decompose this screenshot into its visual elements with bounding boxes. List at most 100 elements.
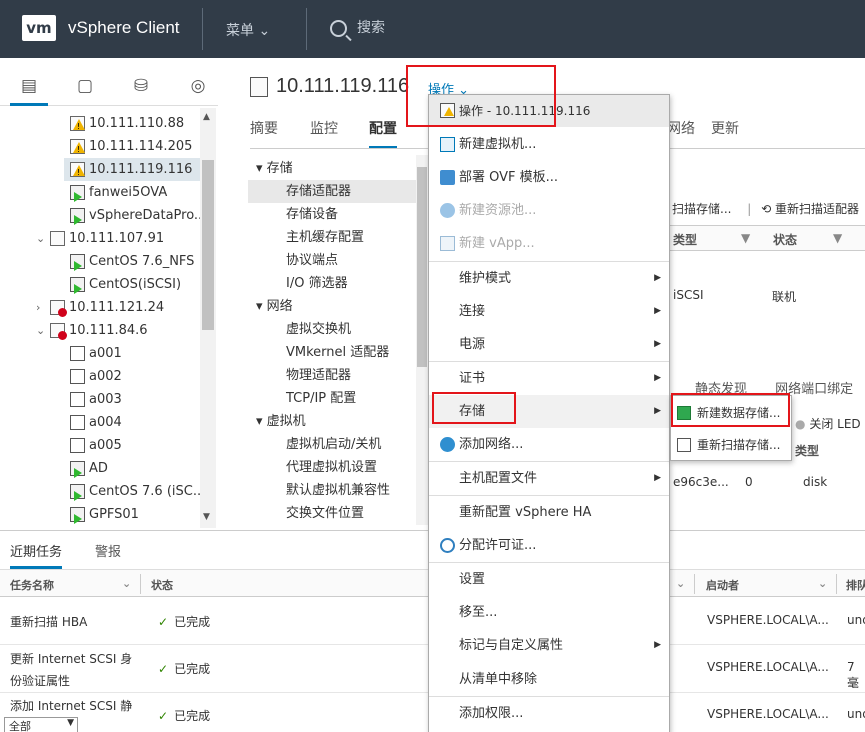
check-icon: ✓ [158,662,169,676]
menu-item-maintenance-mode[interactable]: 维护模式 ▶ [429,262,669,295]
rescan-storage-button[interactable]: 扫描存储... [672,202,731,216]
menu-item-deploy-ovf[interactable]: 部署 OVF 模板... [429,161,669,194]
tree-scrollbar[interactable]: ▲ ▼ [200,108,216,528]
tab-alarms[interactable]: 警报 [95,541,121,560]
cfg-item-swap-location[interactable]: 交换文件位置 [248,502,416,525]
adapter-row[interactable]: iSCSI 联机 [665,283,865,309]
menu-item-move-to[interactable]: 移至... [429,596,669,629]
tree-item-vm[interactable]: a003 [70,388,122,411]
menu-item-remove-from-inventory[interactable]: 从清单中移除 [429,663,669,696]
global-search[interactable]: 搜索 [330,17,385,37]
tree-item-vm[interactable]: fanwei5OVA [70,181,167,204]
chevron-down-icon[interactable]: ⌄ [676,577,685,590]
cfg-section-vm[interactable]: ▾ 虚拟机 [248,410,416,433]
tree-item-vm[interactable]: CentOS 7.6 (iSC... [70,480,200,503]
cfg-item-protocol-endpoints[interactable]: 协议端点 [248,249,416,272]
submenu-item-rescan-storage[interactable]: 重新扫描存储... [671,430,791,460]
configure-scrollbar[interactable] [416,155,428,525]
tree-item-host[interactable]: 10.111.114.205 [70,135,192,158]
tree-item-vm[interactable]: vSphereDataPro... [70,204,200,227]
col-status[interactable]: 状态 [773,231,797,248]
cfg-section-network[interactable]: ▾ 网络 [248,295,416,318]
tree-item-vm[interactable]: GPFS01 [70,503,139,526]
cfg-item-default-compat[interactable]: 默认虚拟机兼容性 [248,479,416,502]
chevron-down-icon[interactable]: ⌄ [36,319,50,342]
cfg-section-storage[interactable]: ▾ 存储 [248,157,416,180]
tab-networks[interactable]: 网络 [667,118,695,138]
cfg-item-vm-startup[interactable]: 虚拟机启动/关机 [248,433,416,456]
chevron-down-icon[interactable]: ⌄ [818,577,827,590]
cfg-item-physical-adapters[interactable]: 物理适配器 [248,364,416,387]
tab-summary[interactable]: 摘要 [250,118,278,138]
tree-item-host[interactable]: ⌄ 10.111.107.91 [36,227,164,250]
filter-icon[interactable]: ▼ [741,231,750,245]
tree-item-vm[interactable]: a005 [70,434,122,457]
task-filter-select[interactable]: 全部 ▼ [4,717,78,732]
menu-item-add-networking[interactable]: 添加网络... [429,428,669,461]
menu-item-power[interactable]: 电源 ▶ [429,328,669,361]
vms-and-templates-icon[interactable]: ▢ [75,76,95,96]
menu-item-reconfigure-ha[interactable]: 重新配置 vSphere HA [429,496,669,529]
host-warning-icon [70,139,85,154]
scrollbar-thumb[interactable] [202,160,214,330]
cfg-item-storage-adapters[interactable]: 存储适配器 [248,180,416,203]
annotation-highlight-box [671,393,790,427]
col-status[interactable]: 状态 [151,577,173,593]
cfg-item-storage-devices[interactable]: 存储设备 [248,203,416,226]
vmware-logo[interactable]: vm [22,15,56,41]
tree-item-vm[interactable]: AD [70,457,108,480]
led-off-button[interactable]: ● 关闭 LED [795,415,861,432]
chevron-down-icon[interactable]: ⌄ [122,577,131,590]
chevron-down-icon: ▾ [256,414,263,429]
menu-item-new-vm[interactable]: 新建虚拟机... [429,128,669,161]
menu-item-settings[interactable]: 设置 [429,563,669,596]
tree-item-host[interactable]: ⌄ 10.111.84.6 [36,319,148,342]
menu-button[interactable]: 菜单 ⌄ [226,20,270,40]
menu-item-connection[interactable]: 连接 ▶ [429,295,669,328]
tree-item-vm[interactable]: a001 [70,342,122,365]
cfg-item-io-filters[interactable]: I/O 筛选器 [248,272,416,295]
license-key-icon [440,538,455,553]
menu-item-host-profiles[interactable]: 主机配置文件 ▶ [429,462,669,495]
tree-item-host-selected[interactable]: 10.111.119.116 [64,158,200,181]
menu-item-tags-attributes[interactable]: 标记与自定义属性 ▶ [429,629,669,662]
tree-item-host[interactable]: 10.111.110.88 [70,112,184,135]
cfg-item-agent-vm[interactable]: 代理虚拟机设置 [248,456,416,479]
tree-item-vm[interactable]: a002 [70,365,122,388]
device-col-type[interactable]: 类型 [795,442,819,459]
tab-monitor[interactable]: 监控 [310,118,338,138]
menu-item-add-permission[interactable]: 添加权限... [429,697,669,730]
storage-icon[interactable]: ⛁ [131,76,151,96]
cfg-item-tcpip-config[interactable]: TCP/IP 配置 [248,387,416,410]
tree-item-vm[interactable]: CentOS 7.6_NFS [70,250,194,273]
tree-item-vm[interactable]: CentOS(iSCSI) [70,273,181,296]
cell-task: 重新扫描 HBA [10,615,88,629]
cfg-item-host-cache[interactable]: 主机缓存配置 [248,226,416,249]
chevron-down-icon[interactable]: ⌄ [36,227,50,250]
cfg-item-virtual-switches[interactable]: 虚拟交换机 [248,318,416,341]
active-tab-indicator [10,103,48,106]
menu-item-certificates[interactable]: 证书 ▶ [429,362,669,395]
networking-icon[interactable]: ◎ [188,76,208,96]
tree-item-vm[interactable]: a004 [70,411,122,434]
chevron-right-icon[interactable]: › [36,296,50,319]
vm-powered-on-icon [70,461,85,478]
hosts-and-clusters-icon[interactable]: ▤ [19,76,39,96]
vm-powered-off-icon [70,392,85,407]
filter-icon[interactable]: ▼ [833,231,842,245]
tab-updates[interactable]: 更新 [711,118,739,138]
col-type[interactable]: 类型 [673,231,697,248]
col-task-name[interactable]: 任务名称 [10,577,54,593]
col-initiator[interactable]: 启动者 [706,577,739,593]
col-queued[interactable]: 排队 [846,577,865,593]
cell-lun: 0 [745,475,753,489]
tree-item-host[interactable]: › 10.111.121.24 [36,296,164,319]
tab-configure[interactable]: 配置 [369,118,397,149]
menu-item-assign-license[interactable]: 分配许可证... [429,529,669,562]
scroll-up-icon[interactable]: ▲ [203,112,210,122]
rescan-adapter-button[interactable]: 重新扫描适配器 [775,202,859,216]
tab-recent-tasks[interactable]: 近期任务 [10,541,63,569]
scrollbar-thumb[interactable] [417,167,427,367]
cfg-item-vmkernel-adapters[interactable]: VMkernel 适配器 [248,341,416,364]
scroll-down-icon[interactable]: ▼ [203,512,210,522]
